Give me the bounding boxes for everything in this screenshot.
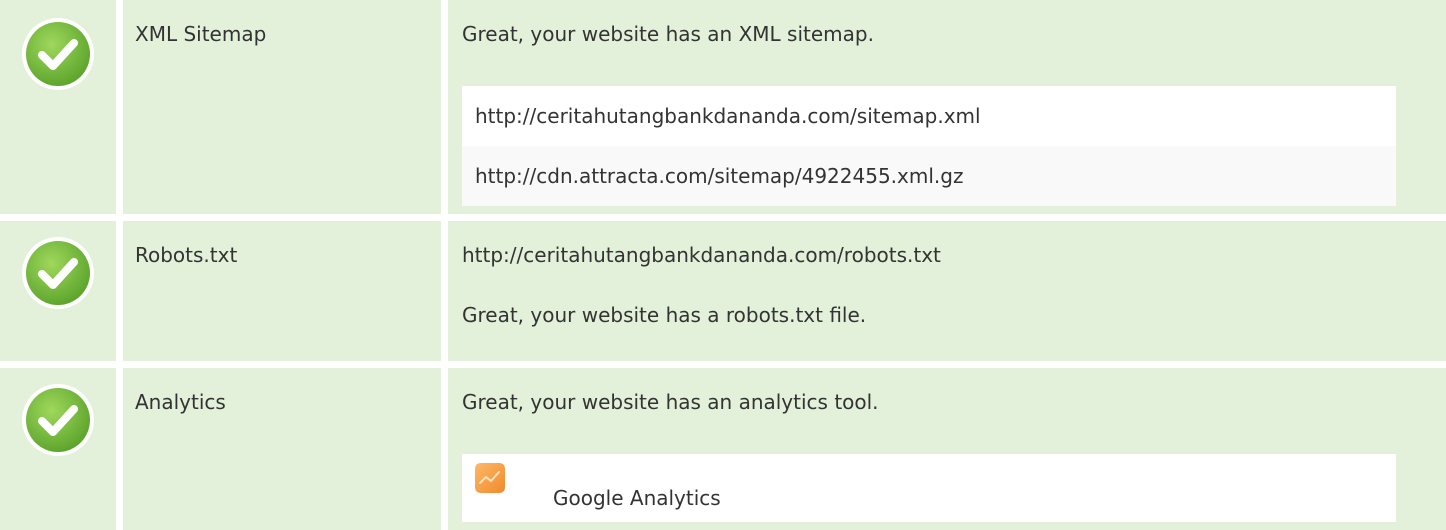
check-message: Great, your website has an XML sitemap. xyxy=(462,22,874,46)
sitemap-list: http://ceritahutangbankdananda.com/sitem… xyxy=(462,86,1396,206)
seo-check-row-analytics: Analytics Great, your website has an ana… xyxy=(0,368,1446,530)
check-label-cell: Robots.txt xyxy=(123,221,441,361)
check-label: Robots.txt xyxy=(135,243,238,267)
status-cell xyxy=(0,368,116,530)
analytics-tool-name: Google Analytics xyxy=(553,486,721,510)
check-content-cell: Great, your website has an XML sitemap. … xyxy=(448,0,1446,214)
check-content-cell: Great, your website has an analytics too… xyxy=(448,368,1446,530)
sitemap-url[interactable]: http://ceritahutangbankdananda.com/sitem… xyxy=(475,104,981,128)
check-label: Analytics xyxy=(135,390,226,414)
check-circle-icon xyxy=(22,18,94,90)
seo-check-row-robots-txt: Robots.txt http://ceritahutangbankdanand… xyxy=(0,221,1446,361)
sitemap-url[interactable]: http://cdn.attracta.com/sitemap/4922455.… xyxy=(475,164,963,188)
check-label: XML Sitemap xyxy=(135,22,267,46)
check-content-cell: http://ceritahutangbankdananda.com/robot… xyxy=(448,221,1446,361)
check-message: Great, your website has a robots.txt fil… xyxy=(462,303,867,327)
check-message: Great, your website has an analytics too… xyxy=(462,390,879,414)
status-cell xyxy=(0,221,116,361)
analytics-tool-list: Google Analytics xyxy=(462,454,1396,522)
check-circle-icon xyxy=(22,237,94,309)
check-label-cell: XML Sitemap xyxy=(123,0,441,214)
google-analytics-icon xyxy=(475,463,505,493)
check-circle-icon xyxy=(22,384,94,456)
robots-url[interactable]: http://ceritahutangbankdananda.com/robot… xyxy=(462,243,941,267)
check-label-cell: Analytics xyxy=(123,368,441,530)
list-item: http://ceritahutangbankdananda.com/sitem… xyxy=(462,86,1396,146)
status-cell xyxy=(0,0,116,214)
list-item: http://cdn.attracta.com/sitemap/4922455.… xyxy=(462,146,1396,206)
seo-check-row-xml-sitemap: XML Sitemap Great, your website has an X… xyxy=(0,0,1446,214)
